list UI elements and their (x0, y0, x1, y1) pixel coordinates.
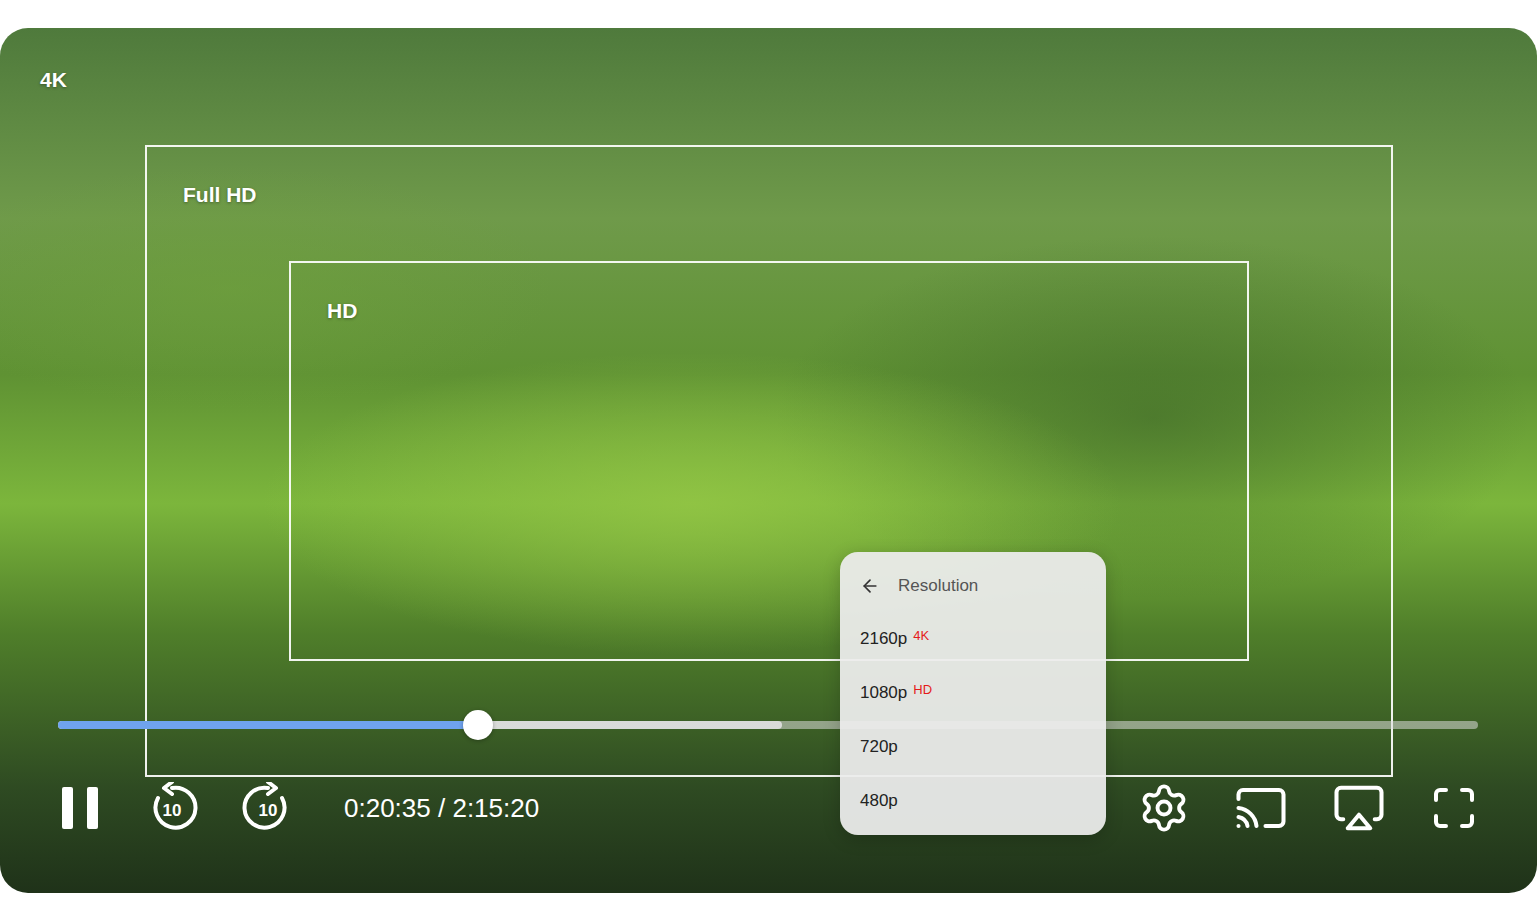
option-badge: HD (913, 682, 932, 697)
forward-icon: 10 (242, 782, 294, 834)
back-arrow-icon (860, 576, 880, 596)
resolution-option[interactable]: 2160p 4K (840, 612, 1106, 666)
resolution-option[interactable]: 720p (840, 720, 1106, 774)
control-bar: 10 10 0:20:35 / 2:15:20 (58, 781, 1478, 835)
option-badge: 4K (913, 628, 929, 643)
overlay-label: 4K (40, 68, 67, 91)
resolution-option[interactable]: 480p (840, 774, 1106, 828)
played-fill (58, 721, 478, 729)
overlay-label: Full HD (183, 183, 257, 206)
forward-button[interactable]: 10 (242, 782, 294, 834)
cast-icon (1234, 781, 1288, 835)
pause-icon (58, 787, 102, 829)
resolution-menu: Resolution 2160p 4K 1080p HD 720p 480p (840, 552, 1106, 835)
option-label: 720p (860, 737, 898, 757)
cast-button[interactable] (1234, 781, 1288, 835)
rewind-button[interactable]: 10 (146, 782, 198, 834)
airplay-icon (1332, 781, 1386, 835)
resolution-overlay: Full HD (145, 145, 1393, 777)
option-label: 480p (860, 791, 898, 811)
settings-button[interactable] (1138, 782, 1190, 834)
resolution-overlay: 4K (0, 28, 1537, 893)
menu-header[interactable]: Resolution (840, 570, 1106, 602)
page: 4K Full HD HD 10 10 0:20:35 / 2:15:20 Resoluti… (0, 0, 1537, 921)
progress-thumb[interactable] (463, 710, 493, 740)
time-display: 0:20:35 / 2:15:20 (344, 793, 539, 824)
airplay-button[interactable] (1332, 781, 1386, 835)
menu-title: Resolution (898, 576, 978, 596)
svg-text:10: 10 (259, 801, 278, 820)
svg-text:10: 10 (163, 801, 182, 820)
resolution-option[interactable]: 1080p HD (840, 666, 1106, 720)
play-pause-button[interactable] (58, 787, 102, 829)
option-label: 1080p (860, 683, 907, 703)
video-player: 4K Full HD HD 10 10 0:20:35 / 2:15:20 Resoluti… (0, 28, 1537, 893)
fullscreen-button[interactable] (1430, 784, 1478, 832)
video-frame (0, 28, 1537, 893)
overlay-label: HD (327, 299, 357, 322)
rewind-icon: 10 (146, 782, 198, 834)
fullscreen-icon (1430, 784, 1478, 832)
progress-bar[interactable] (58, 721, 1478, 729)
option-label: 2160p (860, 629, 907, 649)
menu-list: 2160p 4K 1080p HD 720p 480p (840, 612, 1106, 828)
controls: 10 10 0:20:35 / 2:15:20 (0, 721, 1537, 893)
gear-icon (1138, 782, 1190, 834)
